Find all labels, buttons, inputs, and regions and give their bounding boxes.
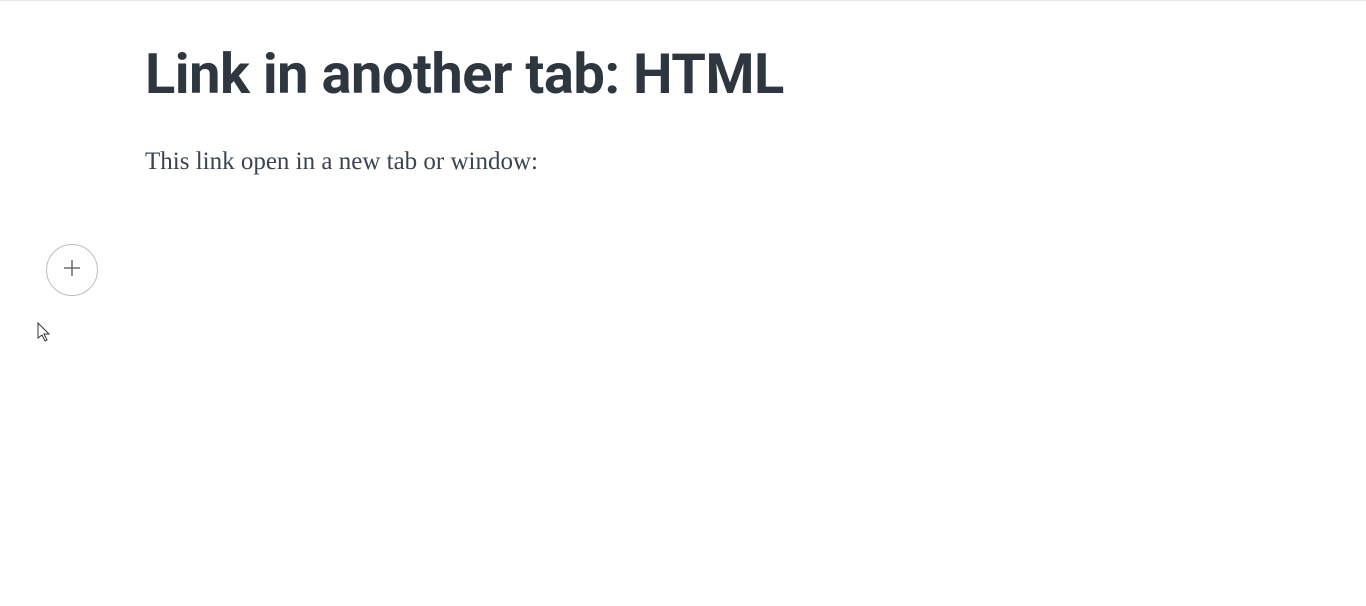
post-title[interactable]: Link in another tab: HTML [145, 41, 1366, 108]
add-block-button[interactable] [46, 244, 98, 296]
editor-content: Link in another tab: HTML This link open… [0, 1, 1366, 181]
plus-icon [62, 258, 82, 282]
post-description[interactable]: This link open in a new tab or window: [145, 143, 1366, 181]
mouse-cursor [37, 322, 53, 344]
